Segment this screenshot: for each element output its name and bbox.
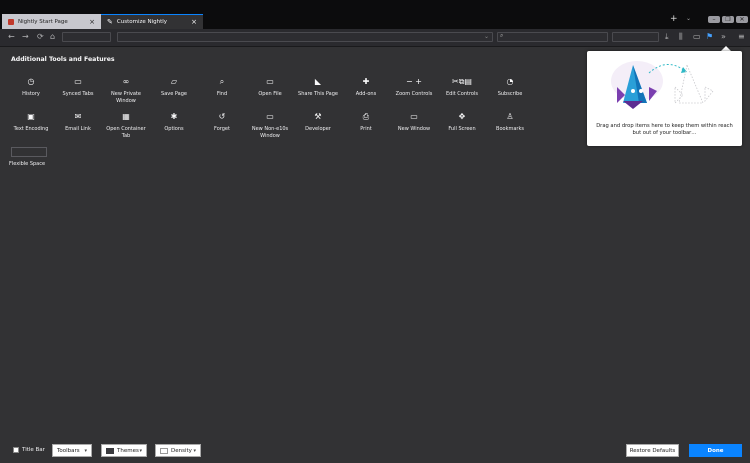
overflow-chevron-icon[interactable]: » <box>721 31 726 43</box>
tab-label: Nightly Start Page <box>18 18 68 25</box>
forward-icon[interactable]: → <box>22 31 29 43</box>
palette-item-forget[interactable]: ↺ Forget <box>199 112 245 133</box>
restore-defaults-button[interactable]: Restore Defaults <box>626 444 679 457</box>
title-bar-label: Title Bar <box>22 447 45 453</box>
gear-icon: ✱ <box>170 112 178 121</box>
email-icon: ✉ <box>74 112 82 121</box>
window-icon: ▭ <box>266 112 274 121</box>
palette-item-bookmarks[interactable]: ♙ Bookmarks <box>487 112 533 133</box>
restore-button[interactable]: ❐ <box>722 16 734 23</box>
theme-swatch-icon <box>106 447 114 454</box>
share-icon: ◣ <box>314 77 322 86</box>
chevron-down-icon: ▾ <box>84 447 87 454</box>
url-bar[interactable] <box>117 32 493 42</box>
sidebar-icon[interactable]: ▭ <box>693 31 701 43</box>
new-window-icon: ▭ <box>410 112 418 121</box>
window-close-button[interactable]: ✕ <box>736 16 748 23</box>
palette-item-history[interactable]: ◷ History <box>8 77 54 98</box>
palette-item-synced-tabs[interactable]: ▭ Synced Tabs <box>55 77 101 98</box>
zoom-icon: − + <box>406 77 422 86</box>
close-icon[interactable]: × <box>191 18 197 26</box>
url-dropdown-icon[interactable]: ⌄ <box>484 31 489 43</box>
density-dropdown[interactable]: Density ▾ <box>155 444 201 457</box>
palette-item-new-window[interactable]: ▭ New Window <box>391 112 437 133</box>
flexible-space-field-2 <box>612 32 659 42</box>
menu-icon[interactable]: ≡ <box>738 31 745 43</box>
nightly-favicon-icon <box>8 18 14 25</box>
puzzle-icon: ✚ <box>362 77 370 86</box>
bookmarks-icon: ♙ <box>506 112 514 121</box>
forget-icon: ↺ <box>218 112 226 121</box>
synced-tabs-icon: ▭ <box>74 77 82 86</box>
rss-icon: ◔ <box>506 77 514 86</box>
library-icon[interactable]: ⫼ <box>679 31 683 43</box>
minimize-button[interactable]: – <box>708 16 720 23</box>
tab-nightly-start-page[interactable]: Nightly Start Page × <box>2 14 101 29</box>
toolbars-dropdown[interactable]: Toolbars ▾ <box>52 444 92 457</box>
palette-item-print[interactable]: ⎙ Print <box>343 112 389 133</box>
cut-copy-paste-icon: ✂⧉▤ <box>452 77 472 86</box>
palette-item-subscribe[interactable]: ◔ Subscribe <box>487 77 533 98</box>
palette-item-save-page[interactable]: ▱ Save Page <box>151 77 197 98</box>
overflow-illustration <box>611 61 714 109</box>
tab-label: Customize Nightly <box>116 19 168 25</box>
overflow-panel[interactable]: Drag and drop items here to keep them wi… <box>587 51 742 146</box>
palette-item-full-screen[interactable]: ✥ Full Screen <box>439 112 485 133</box>
new-tab-button[interactable]: + <box>670 14 678 24</box>
density-icon <box>160 447 168 454</box>
search-icon: ⌕ <box>500 32 504 39</box>
list-all-tabs-icon[interactable]: ⌄ <box>686 15 691 22</box>
palette-item-add-ons[interactable]: ✚ Add-ons <box>343 77 389 98</box>
palette-title: Additional Tools and Features <box>11 56 115 63</box>
palette-item-find[interactable]: ⌕ Find <box>199 77 245 98</box>
close-icon[interactable]: × <box>89 18 95 26</box>
back-icon[interactable]: ← <box>8 31 15 43</box>
palette-item-share-this-page[interactable]: ◣ Share This Page <box>295 77 341 98</box>
done-button[interactable]: Done <box>689 444 742 457</box>
palette-item-options[interactable]: ✱ Options <box>151 112 197 133</box>
palette-item-text-encoding[interactable]: ▣ Text Encoding <box>8 112 54 133</box>
palette-item-edit-controls[interactable]: ✂⧉▤ Edit Controls <box>439 77 485 98</box>
downloads-icon[interactable]: ⤓ <box>665 31 669 43</box>
chevron-down-icon: ▾ <box>139 447 142 454</box>
print-icon: ⎙ <box>362 112 370 121</box>
palette-item-open-file[interactable]: ▭ Open File <box>247 77 293 98</box>
wrench-icon: ⚒ <box>314 112 322 121</box>
home-icon[interactable]: ⌂ <box>50 31 55 43</box>
palette-item-developer[interactable]: ⚒ Developer <box>295 112 341 133</box>
flexible-space-label: Flexible Space <box>9 161 46 167</box>
screenshot-icon[interactable]: ⚑ <box>706 31 713 43</box>
chevron-down-icon: ▾ <box>193 447 196 454</box>
palette-item-email-link[interactable]: ✉ Email Link <box>55 112 101 133</box>
history-icon: ◷ <box>27 77 35 86</box>
open-file-icon: ▭ <box>266 77 274 86</box>
palette-item-new-private-window[interactable]: ∞ New Private Window <box>103 77 149 104</box>
tab-customize-nightly[interactable]: ✎ Customize Nightly × <box>101 14 203 29</box>
container-icon: ▦ <box>122 112 130 121</box>
palette-item-new-non-e10s-window[interactable]: ▭ New Non-e10s Window <box>247 112 293 139</box>
flexible-space-field <box>62 32 111 42</box>
reload-icon[interactable]: ⟳ <box>37 31 44 43</box>
save-page-icon: ▱ <box>170 77 178 86</box>
brush-icon: ✎ <box>107 18 113 26</box>
themes-dropdown[interactable]: Themes ▾ <box>101 444 147 457</box>
search-bar[interactable]: ⌕ <box>497 32 608 42</box>
find-icon: ⌕ <box>219 77 225 86</box>
flexible-space-item[interactable] <box>11 147 47 157</box>
overflow-panel-text: Drag and drop items here to keep them wi… <box>596 123 733 136</box>
title-bar-checkbox[interactable] <box>13 447 19 453</box>
private-mask-icon: ∞ <box>122 77 130 86</box>
palette-item-zoom-controls[interactable]: − + Zoom Controls <box>391 77 437 98</box>
fullscreen-icon: ✥ <box>458 112 466 121</box>
text-encoding-icon: ▣ <box>27 112 35 121</box>
palette-item-open-container-tab[interactable]: ▦ Open Container Tab <box>103 112 149 139</box>
